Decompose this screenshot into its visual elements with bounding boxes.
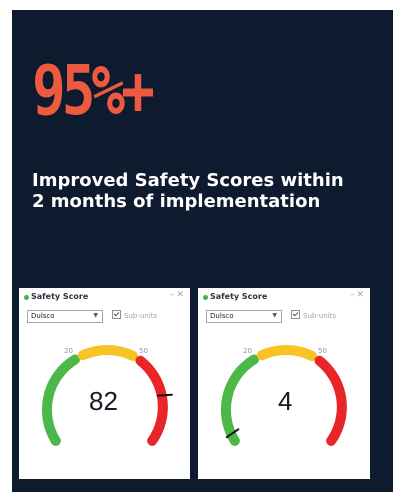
headline-stat: 95%+ — [32, 51, 155, 132]
widget-title: Safety Score — [31, 292, 89, 301]
score-value: 4 — [278, 386, 293, 416]
sub-units-label: Sub-units — [303, 312, 337, 320]
sub-units-checkbox[interactable] — [112, 310, 121, 319]
dropdown-value: Dulsco — [210, 312, 234, 320]
window-controls: –✕ — [350, 290, 366, 300]
unit-dropdown[interactable]: Dulsco ▼ — [27, 310, 103, 323]
gauge-yellow-segment — [256, 345, 318, 362]
status-dot-icon — [24, 295, 29, 300]
chevron-down-icon: ▼ — [272, 312, 277, 319]
sub-units-toggle[interactable]: Sub-units — [291, 310, 336, 320]
headline-description: Improved Safety Scores within 2 months o… — [32, 170, 382, 212]
tick-label-50: 50 — [139, 347, 148, 355]
gauge-needle — [156, 393, 173, 397]
close-icon[interactable]: ✕ — [176, 290, 186, 300]
description-line-2: 2 months of implementation — [32, 191, 321, 212]
gauge-green-segment — [220, 354, 260, 446]
chevron-down-icon: ▼ — [93, 312, 98, 319]
dropdown-value: Dulsco — [31, 312, 55, 320]
window-controls: –✕ — [170, 290, 186, 300]
safety-score-widget: Safety Score –✕ Dulsco ▼ Sub-units 20 50… — [198, 288, 370, 479]
description-line-1: Improved Safety Scores within — [32, 170, 344, 191]
widget-header: Safety Score –✕ — [19, 288, 190, 306]
gauge-red-segment — [314, 355, 347, 446]
gauge-yellow-segment — [77, 345, 139, 362]
unit-dropdown[interactable]: Dulsco ▼ — [206, 310, 282, 323]
gauge-red-segment — [135, 355, 168, 446]
sub-units-checkbox[interactable] — [291, 310, 300, 319]
widget-header: Safety Score –✕ — [198, 288, 370, 306]
score-value: 82 — [89, 386, 118, 416]
safety-score-widget: Safety Score –✕ Dulsco ▼ Sub-units 20 50… — [19, 288, 190, 479]
close-icon[interactable]: ✕ — [356, 290, 366, 300]
gauge-green-segment — [41, 354, 81, 446]
tick-label-20: 20 — [64, 347, 73, 355]
status-dot-icon — [203, 295, 208, 300]
widget-title: Safety Score — [210, 292, 268, 301]
sub-units-toggle[interactable]: Sub-units — [112, 310, 157, 320]
tick-label-20: 20 — [243, 347, 252, 355]
tick-label-50: 50 — [318, 347, 327, 355]
sub-units-label: Sub-units — [124, 312, 158, 320]
